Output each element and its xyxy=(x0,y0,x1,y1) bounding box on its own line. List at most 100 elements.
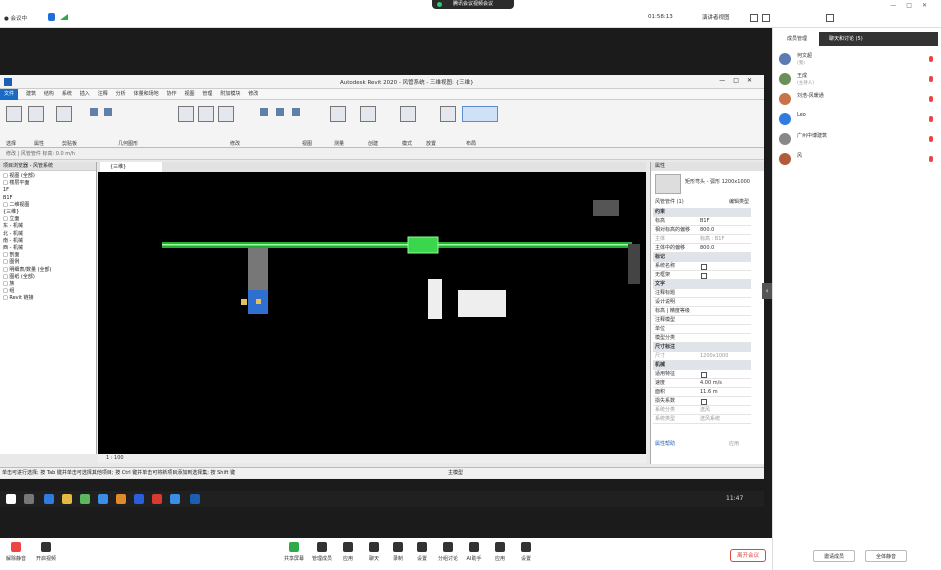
property-group[interactable]: 尺寸标注 xyxy=(653,343,751,352)
member-row[interactable]: 何文超 (我) xyxy=(777,50,937,70)
grip-center[interactable] xyxy=(256,299,261,304)
member-row[interactable]: 王成 (主持人) xyxy=(777,70,937,90)
property-row[interactable]: 无框架 xyxy=(653,271,751,280)
property-row[interactable]: 适用特征 xyxy=(653,370,751,379)
tree-node[interactable]: □ Revit 链接 xyxy=(3,295,93,302)
tree-node[interactable]: □ 二维视图 xyxy=(3,202,93,209)
meeting-info[interactable]: ● 会议中 xyxy=(4,14,27,22)
property-group[interactable]: 机械 xyxy=(653,361,751,370)
tab-chat[interactable]: 聊天和讨论 (5) xyxy=(819,32,938,46)
3d-view-canvas[interactable] xyxy=(98,172,646,454)
menu-systems[interactable]: 系统 xyxy=(62,89,72,100)
property-row[interactable]: 主体 标高 : B1F xyxy=(653,235,751,244)
shield-icon[interactable] xyxy=(48,13,55,21)
equipment-unit-b[interactable] xyxy=(458,290,506,317)
tree-node[interactable]: □ 图例 xyxy=(3,259,93,266)
app-icon[interactable] xyxy=(80,494,90,504)
properties-button[interactable] xyxy=(28,106,44,122)
property-row[interactable]: 相对标高的偏移 800.0 xyxy=(653,226,751,235)
property-row[interactable]: 标高 | 精度等级 xyxy=(653,307,751,316)
layout-icon[interactable] xyxy=(762,14,770,22)
property-value[interactable]: 800.0 xyxy=(700,244,714,253)
property-group[interactable]: 文字 xyxy=(653,280,751,289)
nav-bar[interactable] xyxy=(628,244,640,284)
more-settings-button[interactable]: 设置 xyxy=(514,542,538,562)
ai-button[interactable]: AI助手 xyxy=(462,542,486,562)
tree-node[interactable]: 南 - 机械 xyxy=(3,238,93,245)
menu-collaborate[interactable]: 协作 xyxy=(167,89,177,100)
property-checkbox[interactable] xyxy=(701,273,707,279)
record-button[interactable]: 录制 xyxy=(386,542,410,562)
paste-button[interactable] xyxy=(56,106,72,122)
menu-view[interactable]: 视图 xyxy=(184,89,194,100)
mic-muted-icon[interactable] xyxy=(929,136,933,142)
grip-left[interactable] xyxy=(241,299,247,305)
revit-logo-icon[interactable] xyxy=(4,78,12,86)
offset-button[interactable] xyxy=(198,106,214,122)
copy-icon[interactable] xyxy=(276,108,284,116)
revit-window-controls[interactable]: —□✕ xyxy=(719,77,760,84)
property-row[interactable]: 主体中的偏移 800.0 xyxy=(653,244,751,253)
property-row[interactable]: 系统类型 送风系统 xyxy=(653,415,751,424)
equipment-unit-a[interactable] xyxy=(428,279,442,319)
property-row[interactable]: 标高 B1F xyxy=(653,217,751,226)
mute-all-button[interactable]: 全体静音 xyxy=(865,550,907,562)
menu-massing[interactable]: 体量和场地 xyxy=(134,89,159,100)
tab-members[interactable]: 成员管理 xyxy=(777,32,819,46)
apply-button[interactable]: 应用 xyxy=(729,440,739,447)
align-button[interactable] xyxy=(178,106,194,122)
wps-icon[interactable] xyxy=(152,494,162,504)
tree-node[interactable]: B1F xyxy=(3,195,93,202)
word-icon[interactable] xyxy=(134,494,144,504)
recording-pill[interactable]: 腾讯会议视频会议 xyxy=(432,0,514,9)
move-icon[interactable] xyxy=(260,108,268,116)
property-checkbox[interactable] xyxy=(701,264,707,270)
menu-analyze[interactable]: 分析 xyxy=(116,89,126,100)
place-button[interactable] xyxy=(440,106,456,122)
popout-icon[interactable] xyxy=(826,14,834,22)
measure-button[interactable] xyxy=(330,106,346,122)
tree-node[interactable]: □ 族 xyxy=(3,281,93,288)
property-value[interactable]: 送风 xyxy=(700,406,710,415)
property-row[interactable]: 注释标题 xyxy=(653,289,751,298)
property-row[interactable]: 系统分类 送风 xyxy=(653,406,751,415)
tree-node[interactable]: □ 明细表/数量 (全部) xyxy=(3,267,93,274)
collapse-panel-button[interactable]: ‹ xyxy=(762,283,772,299)
menu-architecture[interactable]: 建筑 xyxy=(26,89,36,100)
breakout-button[interactable]: 分组讨论 xyxy=(436,542,460,562)
signal-icon[interactable] xyxy=(60,14,68,20)
menu-addins[interactable]: 附加模块 xyxy=(220,89,240,100)
edit-type-button[interactable]: 编辑类型 xyxy=(729,198,749,205)
cut-icon[interactable] xyxy=(90,108,98,116)
property-row[interactable]: 尺寸 1200x1000 xyxy=(653,352,751,361)
property-row[interactable]: 设计说明 xyxy=(653,298,751,307)
app-icon[interactable] xyxy=(116,494,126,504)
mirror-button[interactable] xyxy=(218,106,234,122)
explorer-icon[interactable] xyxy=(62,494,72,504)
delete-icon[interactable] xyxy=(292,108,300,116)
tree-node[interactable]: 东 - 机械 xyxy=(3,223,93,230)
tree-node[interactable]: 北 - 机械 xyxy=(3,231,93,238)
type-name[interactable]: 矩形弯头 - 弧形 1200x1000 xyxy=(685,178,755,185)
property-value[interactable]: 11.6 m xyxy=(700,388,718,397)
member-row[interactable]: 风 xyxy=(777,150,937,170)
modify-tool-button[interactable] xyxy=(6,106,22,122)
property-value[interactable]: 1200x1000 xyxy=(700,352,728,361)
menu-manage[interactable]: 管理 xyxy=(202,89,212,100)
property-group[interactable]: 约束 xyxy=(653,208,751,217)
view-tab-3d[interactable]: {三维} xyxy=(100,162,162,172)
edge-icon[interactable] xyxy=(44,494,54,504)
revit-taskbar-icon[interactable] xyxy=(190,494,200,504)
app-icon[interactable] xyxy=(170,494,180,504)
video-button[interactable]: 开启视频 xyxy=(34,542,58,562)
invite-button[interactable]: 邀请成员 xyxy=(813,550,855,562)
property-row[interactable]: 系统名称 xyxy=(653,262,751,271)
more-apps-button[interactable]: 应用 xyxy=(488,542,512,562)
edit-mode-button[interactable] xyxy=(400,106,416,122)
viewcube-icon[interactable] xyxy=(593,200,619,216)
property-row[interactable]: 模型分类 xyxy=(653,334,751,343)
property-value[interactable]: B1F xyxy=(700,217,710,226)
leave-meeting-button[interactable]: 离开会议 xyxy=(730,549,766,562)
duct-fitting[interactable] xyxy=(407,236,439,254)
search-icon[interactable] xyxy=(24,494,34,504)
